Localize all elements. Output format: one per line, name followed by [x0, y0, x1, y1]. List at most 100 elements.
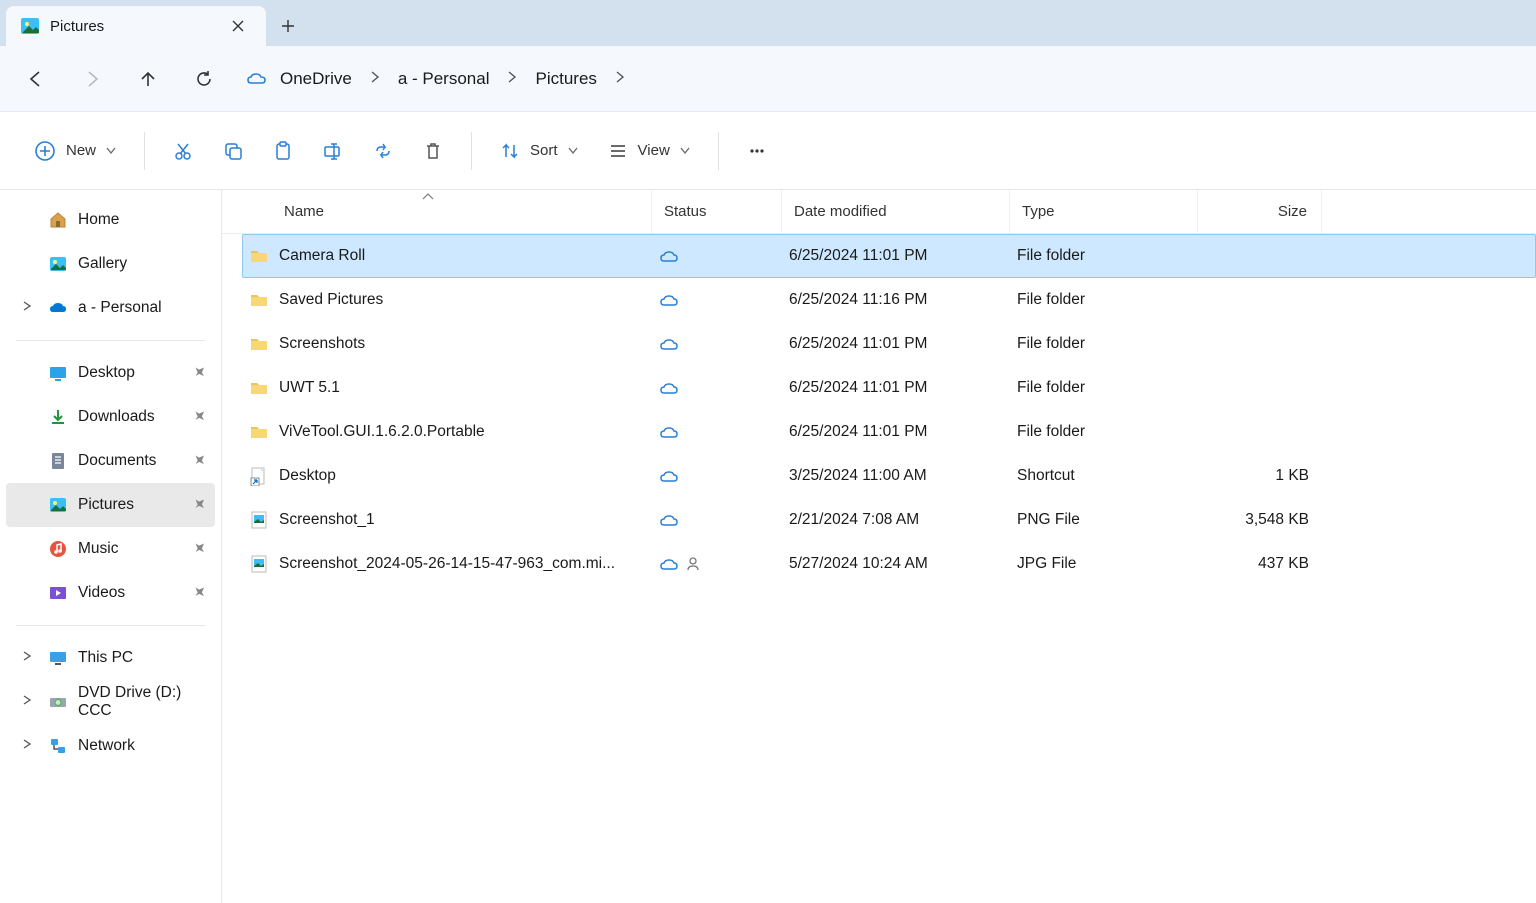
dvd-icon [48, 692, 68, 712]
file-type: File folder [1011, 423, 1199, 441]
chevron-right-icon[interactable] [18, 693, 36, 711]
sidebar-item-pictures[interactable]: Pictures [6, 483, 215, 527]
file-row[interactable]: Screenshot_12/21/2024 7:08 AMPNG File3,5… [242, 498, 1536, 542]
column-headers: Name Status Date modified Type Size [222, 190, 1536, 234]
chevron-right-icon[interactable] [18, 649, 36, 667]
sidebar-item-videos[interactable]: Videos [6, 571, 215, 615]
sidebar-item-music[interactable]: Music [6, 527, 215, 571]
separator [16, 625, 205, 626]
sidebar-item-gallery[interactable]: Gallery [6, 242, 215, 286]
refresh-button[interactable] [178, 57, 230, 101]
pin-icon [186, 449, 209, 472]
sort-label: Sort [530, 142, 558, 159]
sidebar-label: Gallery [78, 255, 127, 273]
separator [471, 132, 472, 170]
folder-icon [249, 246, 269, 266]
view-label: View [638, 142, 670, 159]
onedrive-icon [246, 68, 268, 90]
copy-button[interactable] [211, 129, 255, 173]
file-row[interactable]: Screenshot_2024-05-26-14-15-47-963_com.m… [242, 542, 1536, 586]
file-list: Name Status Date modified Type Size Came… [222, 190, 1536, 903]
breadcrumb-personal[interactable]: a - Personal [388, 65, 500, 93]
home-icon [48, 210, 68, 230]
chevron-right-icon[interactable] [501, 65, 523, 93]
column-date[interactable]: Date modified [782, 190, 1010, 233]
column-status[interactable]: Status [652, 190, 782, 233]
tab-title: Pictures [50, 18, 214, 35]
delete-button[interactable] [411, 129, 455, 173]
file-row[interactable]: Saved Pictures6/25/2024 11:16 PMFile fol… [242, 278, 1536, 322]
sidebar-item-documents[interactable]: Documents [6, 439, 215, 483]
column-size[interactable]: Size [1198, 190, 1322, 233]
forward-button[interactable] [66, 57, 118, 101]
new-label: New [66, 142, 96, 159]
sort-indicator-icon [422, 188, 434, 205]
onedrive-icon [48, 298, 68, 318]
pictures-icon [20, 16, 40, 36]
breadcrumb-onedrive[interactable]: OneDrive [270, 65, 362, 93]
more-button[interactable] [735, 129, 779, 173]
chevron-right-icon[interactable] [18, 737, 36, 755]
file-row[interactable]: ViVeTool.GUI.1.6.2.0.Portable6/25/2024 1… [242, 410, 1536, 454]
file-row[interactable]: Desktop3/25/2024 11:00 AMShortcut1 KB [242, 454, 1536, 498]
close-tab-button[interactable] [224, 12, 252, 40]
column-type[interactable]: Type [1010, 190, 1198, 233]
sidebar-label: DVD Drive (D:) CCC [78, 684, 215, 720]
navigation-pane: Home Gallery a - Personal Desktop Downloads… [0, 190, 222, 903]
sidebar-item-desktop[interactable]: Desktop [6, 351, 215, 395]
chevron-right-icon[interactable] [18, 299, 36, 317]
breadcrumb[interactable]: OneDrive a - Personal Pictures [234, 57, 1526, 101]
file-name: Desktop [279, 467, 336, 485]
file-date: 2/21/2024 7:08 AM [783, 511, 1011, 529]
tab-pictures[interactable]: Pictures [6, 6, 266, 46]
rename-button[interactable] [311, 129, 355, 173]
downloads-icon [48, 407, 68, 427]
sidebar-label: Desktop [78, 364, 135, 382]
column-name[interactable]: Name [242, 190, 652, 233]
folder-icon [249, 334, 269, 354]
sidebar-label: Home [78, 211, 119, 229]
toolbar: New Sort View [0, 112, 1536, 190]
file-status [653, 292, 783, 308]
chevron-right-icon[interactable] [364, 65, 386, 93]
file-name: Saved Pictures [279, 291, 383, 309]
sidebar-item-network[interactable]: Network [6, 724, 215, 768]
chevron-down-icon [568, 147, 578, 155]
breadcrumb-pictures[interactable]: Pictures [525, 65, 606, 93]
file-name: Screenshots [279, 335, 365, 353]
file-name: Screenshot_2024-05-26-14-15-47-963_com.m… [279, 555, 615, 573]
sort-button[interactable]: Sort [488, 129, 590, 173]
file-row[interactable]: Screenshots6/25/2024 11:01 PMFile folder [242, 322, 1536, 366]
file-size: 1 KB [1199, 467, 1323, 485]
sidebar-item-home[interactable]: Home [6, 198, 215, 242]
file-status [653, 512, 783, 528]
shortcut-icon [249, 466, 269, 486]
file-status [653, 336, 783, 352]
sidebar-item-a-personal[interactable]: a - Personal [6, 286, 215, 330]
paste-button[interactable] [261, 129, 305, 173]
thispc-icon [48, 648, 68, 668]
file-status [653, 380, 783, 396]
sidebar-item-downloads[interactable]: Downloads [6, 395, 215, 439]
sidebar-item-dvd-drive-d-ccc[interactable]: DVD Drive (D:) CCC [6, 680, 215, 724]
file-row[interactable]: Camera Roll6/25/2024 11:01 PMFile folder [242, 234, 1536, 278]
sidebar-item-this-pc[interactable]: This PC [6, 636, 215, 680]
chevron-down-icon [680, 147, 690, 155]
new-tab-button[interactable] [266, 6, 310, 46]
pictures-icon [48, 495, 68, 515]
file-row[interactable]: UWT 5.16/25/2024 11:01 PMFile folder [242, 366, 1536, 410]
up-button[interactable] [122, 57, 174, 101]
share-button[interactable] [361, 129, 405, 173]
cut-button[interactable] [161, 129, 205, 173]
folder-icon [249, 378, 269, 398]
new-button[interactable]: New [22, 129, 128, 173]
file-name: UWT 5.1 [279, 379, 340, 397]
chevron-right-icon[interactable] [609, 65, 631, 93]
view-button[interactable]: View [596, 129, 702, 173]
chevron-down-icon [106, 147, 116, 155]
back-button[interactable] [10, 57, 62, 101]
file-type: File folder [1011, 335, 1199, 353]
sidebar-label: Videos [78, 584, 125, 602]
sidebar-label: Documents [78, 452, 156, 470]
videos-icon [48, 583, 68, 603]
